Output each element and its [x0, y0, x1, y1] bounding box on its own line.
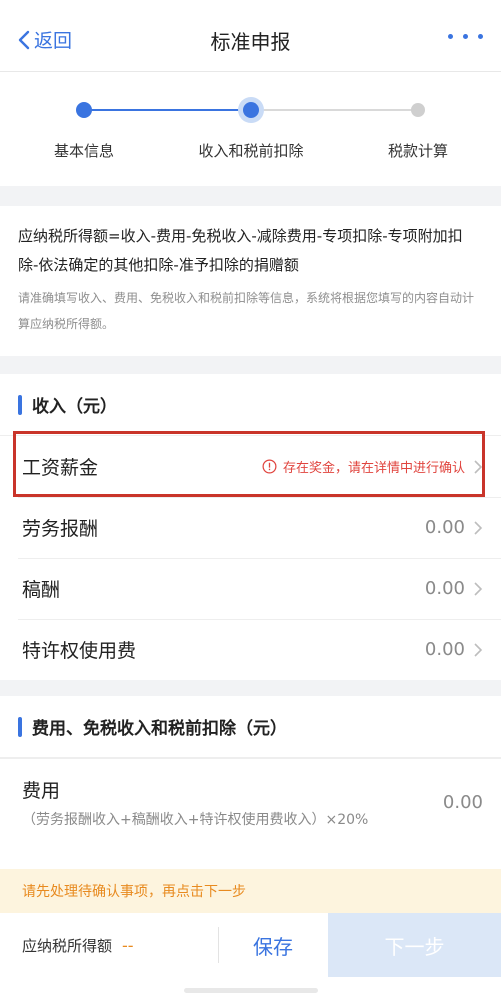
step-dot-pending — [411, 103, 425, 117]
chevron-right-icon — [474, 520, 483, 535]
formula-text: 应纳税所得额=收入-费用-免税收入-减除费用-专项扣除-专项附加扣除-依法确定的… — [18, 227, 463, 274]
formula-hint: 请准确填写收入、费用、免税收入和税前扣除等信息，系统将根据您填写的内容自动计算应… — [18, 291, 475, 331]
chevron-right-icon — [474, 581, 483, 596]
bottom-bar: 应纳税所得额 -- 保存 下一步 — [0, 913, 501, 997]
fee-row[interactable]: 费用 （劳务报酬收入+稿酬收入+特许权使用费收入）×20% 0.00 — [0, 758, 501, 846]
row-value: 0.00 — [424, 578, 465, 599]
row-value: 0.00 — [424, 517, 465, 538]
income-section-title: 收入（元） — [32, 397, 117, 417]
income-row-labor[interactable]: 劳务报酬 0.00 — [0, 497, 501, 558]
row-label: 稿酬 — [22, 579, 61, 601]
section-accent-bar — [18, 394, 22, 415]
taxable-income-summary: 应纳税所得额 -- — [22, 935, 134, 956]
section-accent-bar — [18, 716, 22, 737]
step-line-pending — [251, 109, 418, 111]
fees-section-header: 费用、免税收入和税前扣除（元） — [0, 696, 501, 758]
more-dot-icon — [478, 34, 483, 39]
save-button[interactable]: 保存 — [218, 913, 328, 977]
next-step-button[interactable]: 下一步 — [328, 913, 501, 977]
fees-section: 费用、免税收入和税前扣除（元） 费用 （劳务报酬收入+稿酬收入+特许权使用费收入… — [0, 696, 501, 869]
row-label: 劳务报酬 — [22, 518, 99, 540]
step-dot-current — [243, 102, 259, 118]
fee-description: （劳务报酬收入+稿酬收入+特许权使用费收入）×20% — [22, 812, 369, 828]
fee-label: 费用 — [22, 780, 61, 802]
nav-bar: 返回 标准申报 — [0, 0, 501, 72]
notice-banner: 请先处理待确认事项，再点击下一步 — [0, 869, 501, 913]
fees-section-title: 费用、免税收入和税前扣除（元） — [32, 719, 287, 739]
more-dot-icon — [463, 34, 468, 39]
progress-steps: 基本信息 收入和税前扣除 税款计算 — [0, 72, 501, 186]
step-line-done — [84, 109, 251, 111]
step-label-income: 收入和税前扣除 — [198, 142, 304, 160]
income-row-royalty[interactable]: 稿酬 0.00 — [0, 558, 501, 619]
income-section: 收入（元） 工资薪金 存在奖金，请在详情中进行确认 劳务报酬 0.00 稿酬 0… — [0, 374, 501, 680]
highlight-box — [13, 431, 485, 497]
page-title: 标准申报 — [210, 30, 291, 54]
step-dot-done — [76, 102, 92, 118]
chevron-right-icon — [474, 642, 483, 657]
home-indicator — [183, 988, 318, 993]
row-label: 特许权使用费 — [22, 640, 137, 662]
fee-value: 0.00 — [442, 792, 483, 813]
taxable-income-value: -- — [122, 936, 134, 955]
income-section-header: 收入（元） — [0, 374, 501, 436]
more-dot-icon — [448, 34, 453, 39]
more-button[interactable] — [448, 26, 483, 39]
taxable-income-label: 应纳税所得额 — [22, 937, 113, 955]
formula-panel: 应纳税所得额=收入-费用-免税收入-减除费用-专项扣除-专项附加扣除-依法确定的… — [0, 206, 501, 356]
row-value: 0.00 — [424, 639, 465, 660]
step-label-tax-calc: 税款计算 — [387, 142, 448, 160]
step-label-basic-info: 基本信息 — [53, 142, 114, 160]
income-row-franchise[interactable]: 特许权使用费 0.00 — [0, 619, 501, 680]
